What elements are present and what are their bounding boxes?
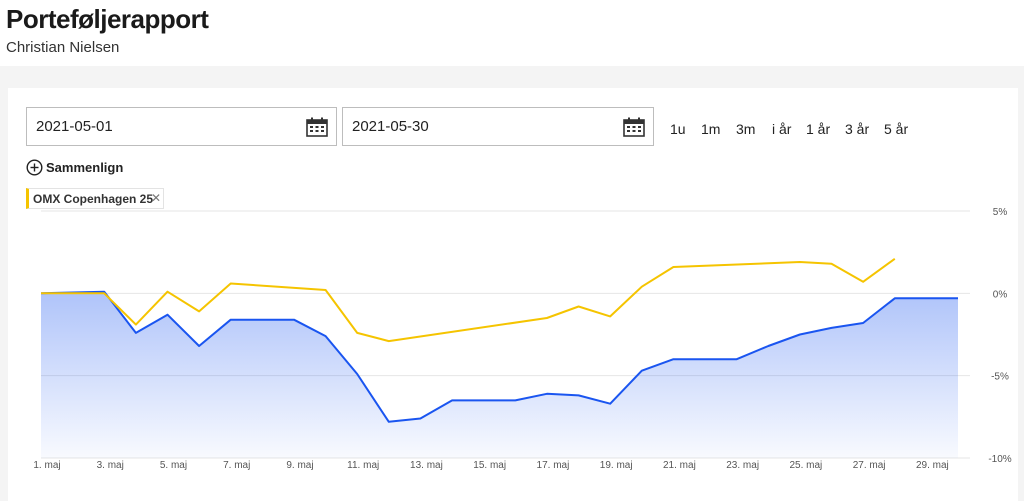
x-tick-label: 17. maj [537, 460, 570, 471]
x-tick-label: 11. maj [347, 460, 379, 471]
x-tick-label: 29. maj [916, 460, 949, 471]
performance-chart: 1. maj 3. maj 5. maj 7. maj 9. maj 11. maj 13.… [33, 207, 1011, 471]
x-tick-label: 3. maj [97, 460, 124, 471]
x-tick-label: 9. maj [286, 460, 313, 471]
y-tick-label: -5% [991, 372, 1009, 383]
x-tick-label: 27. maj [853, 460, 886, 471]
x-tick-label: 7. maj [223, 460, 250, 471]
x-tick-label: 21. maj [663, 460, 696, 471]
x-tick-label: 13. maj [410, 460, 443, 471]
x-tick-label: 25. maj [789, 460, 822, 471]
x-tick-label: 15. maj [473, 460, 506, 471]
portfolio-area [41, 291, 958, 458]
y-tick-label: -10% [988, 454, 1011, 465]
y-tick-label: 0% [993, 289, 1008, 300]
x-tick-label: 1. maj [33, 460, 60, 471]
y-tick-label: 5% [993, 207, 1008, 218]
x-tick-label: 5. maj [160, 460, 187, 471]
x-tick-label: 19. maj [600, 460, 633, 471]
x-tick-label: 23. maj [726, 460, 759, 471]
